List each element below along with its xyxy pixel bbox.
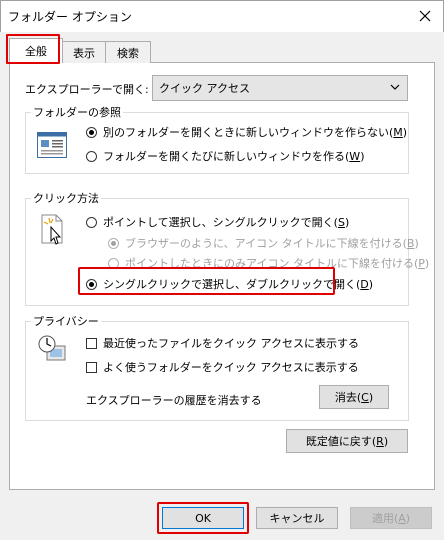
radio-same-window-indicator[interactable] bbox=[86, 126, 97, 138]
window-title: フォルダー オプション bbox=[8, 10, 132, 24]
explorer-open-value: クイック アクセス bbox=[159, 82, 250, 95]
restore-defaults-label: 既定値に戻す( bbox=[305, 435, 377, 448]
radio-double-click-key: D bbox=[360, 278, 369, 291]
checkbox-frequent-folders-label: よく使うフォルダーをクイック アクセスに表示する bbox=[103, 361, 359, 374]
checkbox-frequent-folders[interactable]: よく使うフォルダーをクイック アクセスに表示する bbox=[86, 359, 359, 375]
radio-new-window-indicator[interactable] bbox=[86, 150, 97, 162]
radio-underline-point-close: ) bbox=[424, 257, 430, 270]
restore-defaults-button[interactable]: 既定値に戻す(R) bbox=[286, 429, 408, 453]
privacy-clock-icon bbox=[38, 335, 66, 361]
group-folder-browse-title: フォルダーの参照 bbox=[31, 104, 123, 120]
radio-same-window-label: 別のフォルダーを開くときに新しいウィンドウを作らない( bbox=[103, 126, 394, 139]
clear-history-button-key: C bbox=[361, 390, 369, 404]
radio-single-click-key: S bbox=[337, 216, 345, 229]
apply-button-key: A bbox=[398, 511, 406, 525]
restore-defaults-close: ) bbox=[383, 434, 389, 448]
tab-view[interactable]: 表示 bbox=[62, 41, 106, 63]
radio-new-window[interactable]: フォルダーを開くたびに新しいウィンドウを作る(W) bbox=[86, 148, 364, 164]
checkbox-frequent-folders-box[interactable] bbox=[86, 361, 97, 373]
close-icon bbox=[419, 10, 431, 22]
radio-new-window-close: ) bbox=[360, 150, 365, 163]
checkbox-recent-files-box[interactable] bbox=[86, 337, 97, 349]
cancel-button[interactable]: キャンセル bbox=[256, 507, 338, 529]
radio-underline-browser[interactable]: ブラウザーのように、アイコン タイトルに下線を付ける(B) bbox=[108, 235, 419, 251]
radio-underline-browser-label: ブラウザーのように、アイコン タイトルに下線を付ける( bbox=[125, 237, 407, 250]
restore-defaults-key: R bbox=[376, 434, 384, 448]
radio-same-window[interactable]: 別のフォルダーを開くときに新しいウィンドウを作らない(M) bbox=[86, 124, 407, 140]
group-privacy-title: プライバシー bbox=[31, 313, 101, 329]
radio-underline-point-key: P bbox=[418, 257, 425, 270]
tab-search[interactable]: 検索 bbox=[105, 41, 151, 63]
radio-same-window-close: ) bbox=[402, 126, 408, 139]
checkbox-recent-files[interactable]: 最近使ったファイルをクイック アクセスに表示する bbox=[86, 335, 359, 351]
apply-button-close: ) bbox=[405, 511, 411, 525]
highlight-double-click bbox=[78, 267, 335, 295]
clear-history-label: エクスプローラーの履歴を消去する bbox=[86, 394, 262, 407]
group-folder-browse bbox=[25, 112, 409, 174]
checkbox-recent-files-label: 最近使ったファイルをクイック アクセスに表示する bbox=[103, 337, 359, 350]
pointer-click-icon bbox=[41, 214, 63, 245]
radio-same-window-key: M bbox=[393, 126, 403, 139]
radio-single-click-label: ポイントして選択し、シングルクリックで開く( bbox=[103, 216, 338, 229]
explorer-open-select[interactable]: クイック アクセス bbox=[152, 75, 408, 101]
radio-single-click[interactable]: ポイントして選択し、シングルクリックで開く(S) bbox=[86, 214, 349, 230]
window-layout-icon bbox=[37, 132, 67, 158]
radio-underline-browser-close: ) bbox=[414, 237, 419, 250]
highlight-ok-button bbox=[157, 502, 249, 534]
close-button[interactable] bbox=[406, 0, 444, 32]
radio-new-window-key: W bbox=[349, 150, 361, 163]
highlight-tab-general bbox=[6, 34, 60, 64]
clear-history-button[interactable]: 消去(C) bbox=[319, 385, 389, 409]
radio-single-click-close: ) bbox=[344, 216, 350, 229]
apply-button-label: 適用( bbox=[371, 512, 399, 525]
clear-history-button-label: 消去( bbox=[334, 391, 362, 404]
radio-double-click-close: ) bbox=[368, 278, 374, 291]
chevron-down-icon bbox=[390, 84, 400, 90]
clear-history-button-close: ) bbox=[368, 390, 374, 404]
group-click-method-title: クリック方法 bbox=[31, 190, 101, 206]
radio-new-window-label: フォルダーを開くたびに新しいウィンドウを作る( bbox=[103, 150, 350, 163]
radio-single-click-indicator[interactable] bbox=[86, 216, 97, 228]
explorer-open-label: エクスプローラーで開く: bbox=[25, 83, 149, 96]
radio-underline-browser-indicator[interactable] bbox=[108, 237, 119, 249]
apply-button[interactable]: 適用(A) bbox=[350, 507, 432, 529]
